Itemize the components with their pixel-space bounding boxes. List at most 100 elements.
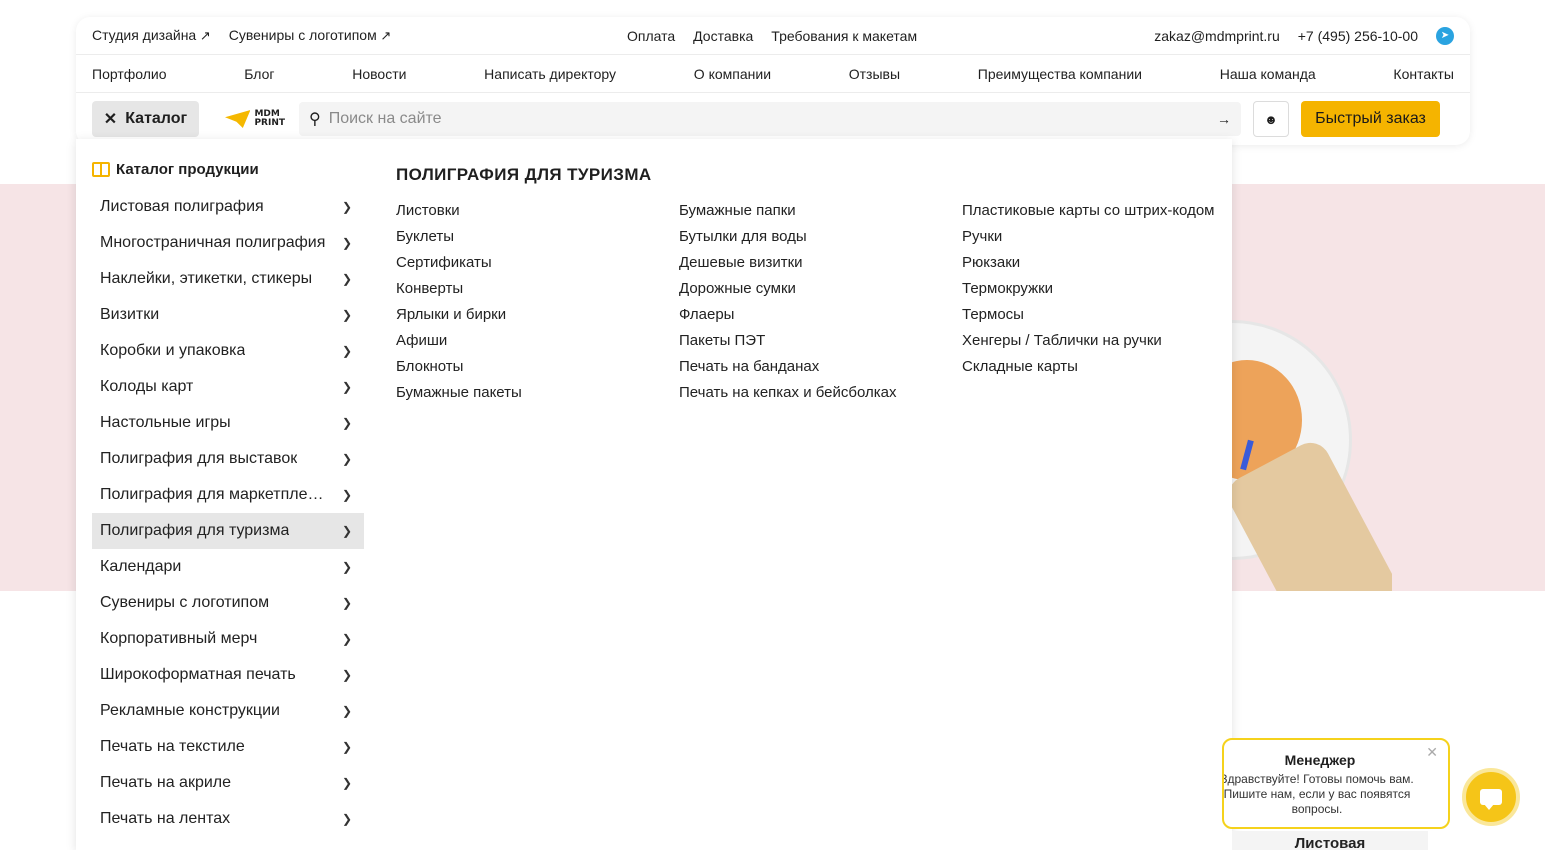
category-item[interactable]: Широкоформатная печать ❯ <box>92 657 364 693</box>
category-label: Печать на акриле <box>100 774 232 791</box>
subcategory-link[interactable]: Конверты <box>396 279 679 299</box>
subcategory-title: ПОЛИГРАФИЯ ДЛЯ ТУРИЗМА <box>396 165 652 184</box>
chevron-right-icon: ❯ <box>341 272 352 286</box>
subcategory-link[interactable]: Термосы <box>962 305 1245 325</box>
toolbar: ✕ Каталог MDM PRINT ⚲ → ☻ Быстрый заказ <box>92 101 1454 137</box>
subcategory-link[interactable]: Бумажные папки <box>679 201 962 221</box>
top-link-center-2[interactable]: Требования к макетам <box>771 28 917 44</box>
category-label: Календари <box>100 558 182 575</box>
subcategory-link[interactable]: Блокноты <box>396 357 679 377</box>
category-item[interactable]: Многостраничная полиграфия ❯ <box>92 225 364 261</box>
chat-button[interactable] <box>1462 768 1520 826</box>
chevron-right-icon: ❯ <box>341 560 352 574</box>
category-label: Полиграфия для выставок <box>100 450 298 467</box>
chat-bubble-icon <box>1480 789 1502 810</box>
subcategory-link[interactable]: Хенгеры / Таблички на ручки <box>962 331 1245 351</box>
nav-item-0[interactable]: Портфолио <box>92 66 167 82</box>
nav-item-6[interactable]: Преимущества компании <box>978 66 1142 82</box>
main-nav: Портфолио Блог Новости Написать директору О … <box>76 54 1470 93</box>
chevron-right-icon: ❯ <box>341 488 352 502</box>
catalog-button[interactable]: ✕ Каталог <box>92 101 199 137</box>
category-item[interactable]: Рекламные конструкции ❯ <box>92 693 364 729</box>
subcategory-link[interactable]: Флаеры <box>679 305 962 325</box>
category-item[interactable]: Календари ❯ <box>92 549 364 585</box>
category-item[interactable]: Корпоративный мерч ❯ <box>92 621 364 657</box>
search-input[interactable] <box>328 110 1217 128</box>
category-item[interactable]: Наклейки, этикетки, стикеры ❯ <box>92 261 364 297</box>
category-item[interactable]: Печать на акриле ❯ <box>92 765 364 801</box>
email-link[interactable]: zakaz@mdmprint.ru <box>1154 28 1279 44</box>
user-icon[interactable]: ☻ <box>1253 101 1289 137</box>
category-item[interactable]: Сувениры с логотипом ❯ <box>92 585 364 621</box>
site-header: Студия дизайна Сувениры с логотипом Оплат… <box>76 17 1470 145</box>
subcategory-link[interactable]: Дорожные сумки <box>679 279 962 299</box>
search-icon: ⚲ <box>309 111 321 128</box>
catalog-dropdown: Каталог продукции Листовая полиграфия ❯ Мн… <box>76 139 1232 850</box>
subcategory-link[interactable]: Бумажные пакеты <box>396 383 679 403</box>
category-item[interactable]: Визитки ❯ <box>92 297 364 333</box>
category-item[interactable]: Полиграфия для туризма ❯ <box>92 513 364 549</box>
subcategory-link[interactable]: Термокружки <box>962 279 1245 299</box>
category-label: Наклейки, этикетки, стикеры <box>100 270 313 287</box>
quick-order-button[interactable]: Быстрый заказ <box>1301 101 1440 137</box>
top-link-1[interactable]: Сувениры с логотипом <box>229 27 392 44</box>
subcategory-link[interactable]: Рюкзаки <box>962 253 1245 273</box>
nav-item-3[interactable]: Написать директору <box>484 66 616 82</box>
subcategory-link[interactable]: Бутылки для воды <box>679 227 962 247</box>
nav-item-2[interactable]: Новости <box>352 66 406 82</box>
subcategory-link[interactable]: Ручки <box>962 227 1245 247</box>
nav-item-8[interactable]: Контакты <box>1393 66 1453 82</box>
subcategory-columns: Листовки Буклеты Сертификаты Конверты Ярлыки… <box>396 201 1245 409</box>
nav-item-4[interactable]: О компании <box>694 66 771 82</box>
category-item[interactable]: Настольные игры ❯ <box>92 405 364 441</box>
telegram-icon[interactable]: ➤ <box>1436 26 1454 45</box>
category-item[interactable]: Печать на текстиле ❯ <box>92 729 364 765</box>
top-link-0[interactable]: Студия дизайна <box>92 27 211 44</box>
logo[interactable]: MDM PRINT <box>225 110 285 128</box>
subcategory-link[interactable]: Афиши <box>396 331 679 351</box>
nav-item-5[interactable]: Отзывы <box>849 66 900 82</box>
subcategory-link[interactable]: Пластиковые карты со штрих-кодом <box>962 201 1245 221</box>
nav-item-1[interactable]: Блог <box>244 66 274 82</box>
subcategory-link[interactable]: Печать на кепках и бейсболках <box>679 383 962 403</box>
arrow-right-icon[interactable]: → <box>1217 111 1231 127</box>
product-card-title[interactable]: Листовая <box>1232 831 1428 850</box>
category-item[interactable]: Коробки и упаковка ❯ <box>92 333 364 369</box>
chevron-right-icon: ❯ <box>341 416 352 430</box>
category-list: Листовая полиграфия ❯ Многостраничная поли… <box>92 189 364 837</box>
category-item[interactable]: Листовая полиграфия ❯ <box>92 189 364 225</box>
chevron-right-icon: ❯ <box>341 380 352 394</box>
subcategory-column: Пластиковые карты со штрих-кодом Ручки Рюк… <box>962 201 1245 409</box>
subcategory-link[interactable]: Печать на банданах <box>679 357 962 377</box>
subcategory-link[interactable]: Пакеты ПЭТ <box>679 331 962 351</box>
category-item[interactable]: Колоды карт ❯ <box>92 369 364 405</box>
chevron-right-icon: ❯ <box>341 740 352 754</box>
chevron-right-icon: ❯ <box>341 308 352 322</box>
category-item[interactable]: Полиграфия для маркетплейсов ❯ <box>92 477 364 513</box>
category-item[interactable]: Печать на лентах ❯ <box>92 801 364 837</box>
category-label: Полиграфия для маркетплейсов <box>100 486 332 503</box>
category-item[interactable]: Полиграфия для выставок ❯ <box>92 441 364 477</box>
category-label: Колоды карт <box>100 378 194 395</box>
close-icon[interactable]: ✕ <box>1426 744 1438 761</box>
top-link-center-0[interactable]: Оплата <box>627 28 675 44</box>
category-label: Широкоформатная печать <box>100 666 296 683</box>
category-label: Корпоративный мерч <box>100 630 258 647</box>
category-label: Визитки <box>100 306 160 323</box>
category-label: Печать на текстиле <box>100 738 245 755</box>
subcategory-link[interactable]: Листовки <box>396 201 679 221</box>
top-bar: Студия дизайна Сувениры с логотипом Оплат… <box>76 17 1470 54</box>
subcategory-link[interactable]: Буклеты <box>396 227 679 247</box>
chevron-right-icon: ❯ <box>341 704 352 718</box>
chat-manager-label: Менеджер <box>1284 752 1356 768</box>
chat-popup[interactable]: Менеджер Здравствуйте! Готовы помочь вам… <box>1222 738 1450 829</box>
subcategory-link[interactable]: Ярлыки и бирки <box>396 305 679 325</box>
subcategory-link[interactable]: Складные карты <box>962 357 1245 377</box>
subcategory-link[interactable]: Дешевые визитки <box>679 253 962 273</box>
paper-plane-icon <box>225 110 251 128</box>
top-link-center-1[interactable]: Доставка <box>693 28 753 44</box>
chevron-right-icon: ❯ <box>341 236 352 250</box>
subcategory-link[interactable]: Сертификаты <box>396 253 679 273</box>
phone-link[interactable]: +7 (495) 256-10-00 <box>1298 28 1418 44</box>
nav-item-7[interactable]: Наша команда <box>1220 66 1316 82</box>
